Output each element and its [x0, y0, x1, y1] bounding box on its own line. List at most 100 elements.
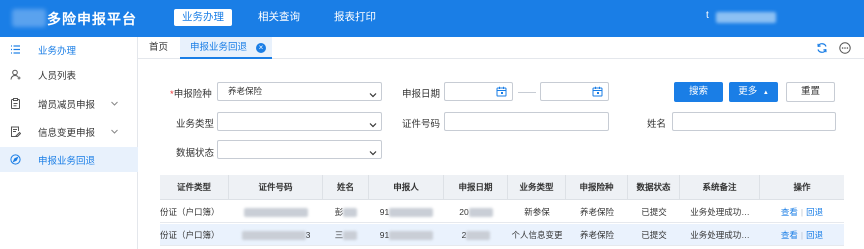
chevron-down-icon: [369, 118, 377, 128]
tab-declare-rollback[interactable]: 申报业务回退 ×: [180, 37, 272, 59]
id-number-input[interactable]: [444, 112, 609, 131]
calendar-icon[interactable]: [496, 86, 507, 97]
app-title: 多险申报平台: [47, 11, 137, 27]
sidebar-item-label: 人员列表: [38, 70, 77, 82]
close-icon[interactable]: ×: [256, 43, 266, 53]
name-label: 姓名: [647, 119, 667, 130]
column-header: 系统备注: [680, 175, 760, 200]
action-separator: |: [800, 207, 804, 217]
view-link[interactable]: 查看: [781, 230, 798, 240]
top-bar: 多险申报平台 业务办理 相关查询 报表打印 t: [0, 0, 864, 37]
insurance-type-value: 养老保险: [228, 86, 263, 96]
cell-insurance: 养老保险: [579, 230, 614, 240]
cell-id-number: 3: [229, 224, 323, 246]
chevron-down-icon: [369, 88, 377, 98]
declare-date-to-input[interactable]: [540, 82, 609, 101]
compass-icon: [10, 154, 21, 165]
column-header: 证件类型: [160, 175, 229, 200]
insurance-type-label: *申报险种: [170, 86, 212, 100]
sidebar: 业务办理 人员列表 增员减员申报 信息变更申报 申报业务回退: [0, 37, 138, 249]
column-header: 数据状态: [628, 175, 680, 200]
business-type-select[interactable]: [217, 112, 382, 131]
list-icon: [10, 44, 21, 55]
sidebar-item-info-change-declare[interactable]: 信息变更申报: [0, 119, 138, 144]
edit-document-icon: [10, 126, 21, 137]
user-name-masked: [716, 12, 776, 23]
id-number-label: 证件号码: [402, 119, 441, 130]
cell-actions: 查看 | 回退: [760, 201, 844, 223]
table-header: 证件类型 证件号码 姓名 申报人 申报日期 业务类型 申报险种 数据状态 系统备…: [160, 175, 844, 200]
sidebar-item-label: 增员减员申报: [38, 99, 96, 111]
table-row[interactable]: 份证（户口簿） 彭 91 20 新参保 养老保险 已提交 业务处理成功… 查看 |…: [160, 201, 844, 223]
cell-business-type: 新参保: [524, 207, 550, 217]
sidebar-item-declare-rollback[interactable]: 申报业务回退: [0, 147, 138, 172]
declare-date-label: 申报日期: [402, 89, 441, 100]
cell-name: 三: [323, 224, 369, 246]
sidebar-item-label: 业务办理: [38, 45, 77, 57]
table-row[interactable]: 份证（户口簿） 3 三 91 2 个人信息变更 养老保险 已提交 业务处理成功……: [160, 224, 844, 246]
tab-home[interactable]: 首页: [149, 37, 168, 59]
cell-id-type: 份证（户口簿）: [160, 207, 220, 217]
cell-actions: 查看 | 回退: [760, 224, 844, 246]
cell-declare-date: 20: [444, 201, 508, 223]
column-header: 操作: [793, 182, 811, 192]
top-nav: 业务办理 相关查询 报表打印: [174, 9, 402, 26]
refresh-icon[interactable]: [816, 42, 828, 54]
calendar-icon[interactable]: [592, 86, 603, 97]
more-button-label: 更多: [738, 86, 758, 97]
cell-insurance: 养老保险: [579, 207, 614, 217]
cell-remark: 业务处理成功…: [690, 230, 750, 240]
declare-date-from-input[interactable]: [444, 82, 513, 101]
chevron-down-icon: [369, 146, 377, 156]
data-status-label: 数据状态: [176, 148, 215, 159]
column-header: 业务类型: [508, 175, 566, 200]
business-type-label: 业务类型: [176, 119, 215, 130]
chevron-down-icon: [110, 127, 119, 136]
data-status-select[interactable]: [217, 140, 382, 159]
nav-query[interactable]: 相关查询: [250, 9, 308, 26]
column-header: 申报险种: [566, 175, 628, 200]
insurance-type-select[interactable]: 养老保险: [217, 82, 382, 101]
more-options-icon[interactable]: [839, 42, 851, 54]
cell-remark: 业务处理成功…: [690, 207, 750, 217]
cell-id-type: 份证（户口簿）: [160, 230, 220, 240]
view-link[interactable]: 查看: [781, 207, 798, 217]
sidebar-item-label: 信息变更申报: [38, 127, 96, 139]
action-separator: |: [800, 230, 804, 240]
sidebar-item-person-list[interactable]: 人员列表: [0, 62, 138, 87]
caret-up-icon: ▲: [762, 90, 769, 96]
column-header: 证件号码: [229, 175, 323, 200]
cell-status: 已提交: [641, 230, 667, 240]
column-header: 姓名: [323, 175, 369, 200]
tab-strip: 首页 申报业务回退 ×: [138, 37, 864, 59]
rollback-link[interactable]: 回退: [806, 230, 823, 240]
clipboard-icon: [10, 98, 21, 109]
cell-declarant: 91: [369, 201, 444, 223]
cell-status: 已提交: [641, 207, 667, 217]
rollback-link[interactable]: 回退: [806, 207, 823, 217]
tab-label: 申报业务回退: [190, 42, 248, 53]
search-button[interactable]: 搜索: [674, 82, 723, 102]
column-header: 申报日期: [444, 175, 508, 200]
cell-business-type: 个人信息变更: [511, 230, 563, 240]
cell-declarant: 91: [369, 224, 444, 246]
more-button[interactable]: 更多 ▲: [729, 82, 778, 102]
cell-id-number: [229, 201, 323, 223]
cell-declare-date: 2: [444, 224, 508, 246]
date-range-separator: [518, 92, 536, 93]
chevron-down-icon: [110, 99, 119, 108]
cell-name: 彭: [323, 201, 369, 223]
nav-report-print[interactable]: 报表打印: [326, 9, 384, 26]
logo-image: [12, 9, 46, 27]
records-table: 证件类型 证件号码 姓名 申报人 申报日期 业务类型 申报险种 数据状态 系统备…: [160, 175, 844, 249]
reset-button[interactable]: 重置: [786, 82, 835, 102]
sidebar-item-business[interactable]: 业务办理: [0, 37, 138, 62]
sidebar-item-add-remove-declare[interactable]: 增员减员申报: [0, 91, 138, 116]
name-input[interactable]: [672, 112, 836, 131]
sidebar-item-label: 申报业务回退: [38, 155, 96, 167]
user-name[interactable]: t: [706, 10, 709, 21]
insurance-type-label-text: 申报险种: [173, 89, 212, 100]
nav-business[interactable]: 业务办理: [174, 9, 232, 26]
person-icon: [10, 69, 21, 80]
column-header: 申报人: [369, 175, 444, 200]
